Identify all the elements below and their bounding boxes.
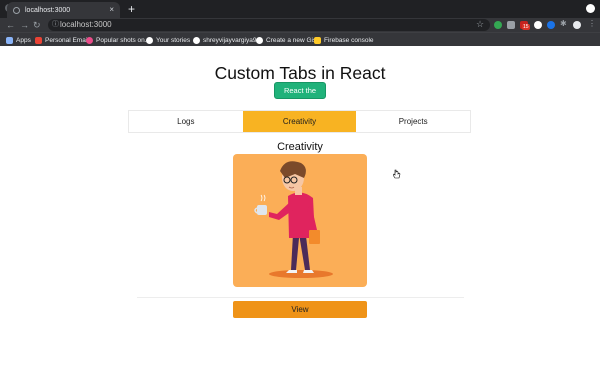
bookmark-label: Personal Email — [45, 36, 89, 44]
bookmark-github-profile[interactable]: shreyvijayvargiya9... — [193, 33, 262, 47]
tab-creativity[interactable]: Creativity — [242, 111, 357, 132]
tab-logs[interactable]: Logs — [129, 111, 243, 132]
profile-avatar[interactable] — [573, 21, 581, 29]
mouse-cursor-icon — [393, 169, 401, 179]
url-text: localhost:3000 — [60, 20, 112, 29]
illustration-card — [233, 154, 367, 287]
bookmark-star-icon[interactable]: ☆ — [476, 18, 484, 31]
person-with-mug-illustration — [254, 161, 333, 278]
page-content: Custom Tabs in React React the story Log… — [0, 46, 600, 375]
back-icon[interactable]: ← — [6, 18, 15, 32]
extension-badge: 15 — [522, 24, 530, 30]
bookmarks-bar: Apps Personal Email Popular shots on... … — [0, 32, 600, 46]
bookmark-label: shreyvijayvargiya9... — [203, 36, 262, 44]
reload-icon[interactable]: ↻ — [33, 18, 41, 32]
window-menu-icon[interactable] — [586, 4, 595, 13]
react-story-button[interactable]: React the story — [274, 82, 326, 110]
bookmark-your-stories[interactable]: Your stories — [146, 33, 190, 47]
info-icon[interactable]: ⓘ — [52, 19, 59, 31]
medium-icon — [146, 36, 153, 44]
bookmark-label: Your stories — [156, 36, 191, 44]
section-title: Creativity — [277, 141, 323, 153]
bookmark-popular-shots[interactable]: Popular shots on... — [86, 33, 150, 47]
menu-kebab-icon[interactable]: ⋮ — [588, 19, 596, 28]
tab-close-icon[interactable]: × — [109, 5, 114, 14]
extension-green-icon[interactable] — [494, 21, 502, 29]
tab-bar: Logs Creativity Projects — [128, 110, 471, 133]
firebase-icon — [314, 36, 321, 44]
new-tab-button[interactable]: + — [128, 2, 135, 16]
page-title: Custom Tabs in React — [214, 63, 386, 83]
gmail-icon — [35, 36, 42, 44]
tab-projects[interactable]: Projects — [356, 111, 470, 132]
dribbble-icon — [86, 36, 93, 44]
extension-grey-icon[interactable] — [507, 21, 515, 29]
browser-tab-strip: localhost:3000 × + — [0, 0, 600, 18]
bookmark-create-gist[interactable]: Create a new Gist — [256, 33, 318, 47]
loading-icon — [13, 6, 20, 14]
extension-blue-icon[interactable] — [547, 21, 555, 29]
bookmark-personal-email[interactable]: Personal Email — [35, 33, 89, 47]
extensions-puzzle-icon[interactable]: ✱ — [560, 19, 568, 28]
bookmark-apps[interactable]: Apps — [6, 33, 31, 47]
browser-toolbar: ← → ↻ ⓘ localhost:3000 ☆ 15 ✱ ⋮ — [0, 18, 600, 32]
extension-white-icon[interactable] — [534, 21, 542, 29]
bookmark-firebase-console[interactable]: Firebase console — [314, 33, 374, 47]
bookmark-label: Apps — [16, 36, 31, 44]
apps-grid-icon — [6, 36, 13, 44]
bookmark-label: Firebase console — [324, 36, 374, 44]
tab-title: localhost:3000 — [25, 6, 71, 14]
github-icon — [256, 36, 263, 44]
forward-icon[interactable]: → — [20, 18, 29, 32]
divider — [137, 297, 464, 298]
bookmark-label: Popular shots on... — [96, 36, 151, 44]
bookmark-label: Create a new Gist — [266, 36, 319, 44]
view-button[interactable]: View — [233, 301, 367, 318]
github-icon — [193, 36, 200, 44]
browser-tab[interactable]: localhost:3000 × — [7, 2, 120, 18]
address-bar[interactable]: ⓘ localhost:3000 — [48, 19, 490, 31]
